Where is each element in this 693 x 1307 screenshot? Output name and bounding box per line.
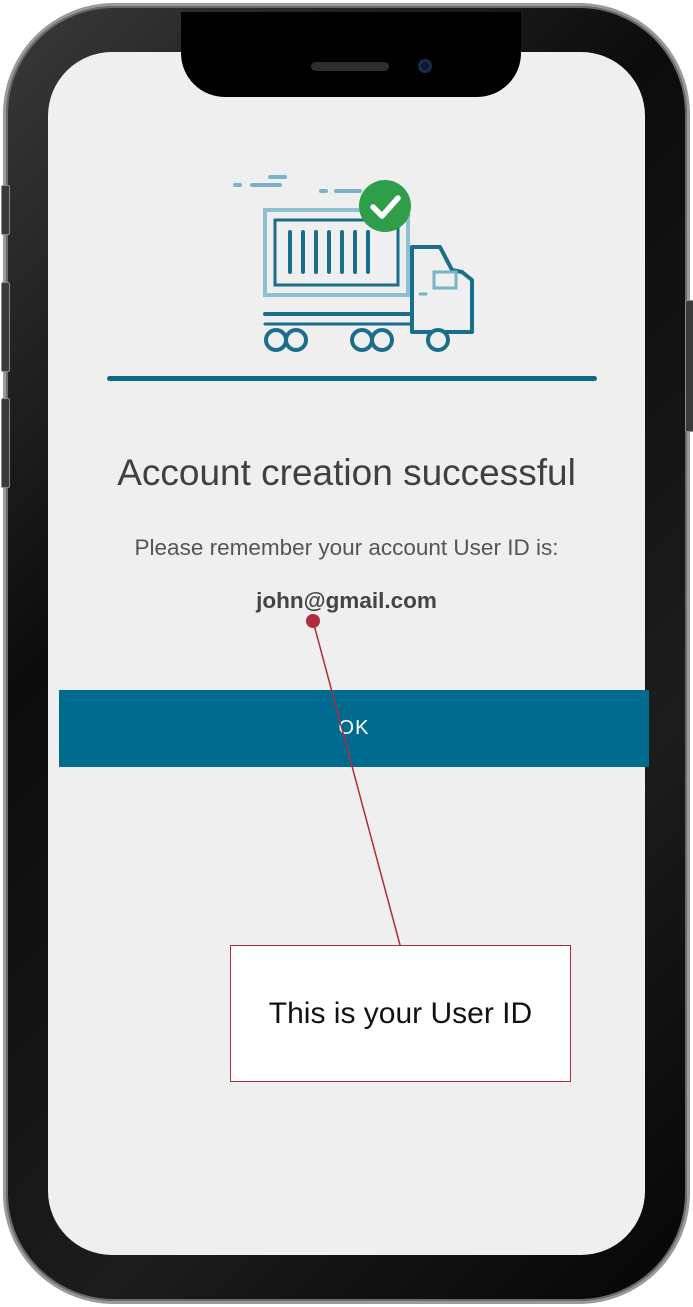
annotation-callout: This is your User ID: [230, 945, 571, 1082]
annotation-text: This is your User ID: [268, 997, 533, 1030]
annotation-pointer: [306, 614, 401, 946]
